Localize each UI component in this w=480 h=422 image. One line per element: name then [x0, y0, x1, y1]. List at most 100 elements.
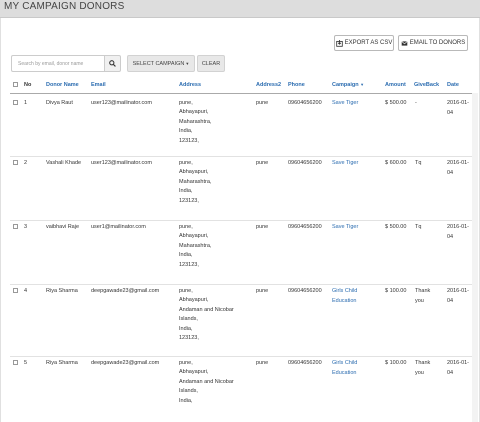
row-divider — [10, 220, 472, 221]
table-header: No Donor Name Email Address Address2 Pho… — [0, 80, 480, 93]
campaign-link[interactable]: Save Tiger — [332, 100, 358, 106]
email-donors-button[interactable]: EMAIL TO DONORS — [398, 35, 468, 51]
row-number: 1 — [24, 100, 28, 106]
address-line: India, — [179, 325, 193, 332]
campaign-link[interactable]: Education — [332, 298, 356, 304]
donation-date: 2016-01- — [447, 288, 470, 294]
amount: $ 100.00 — [385, 360, 407, 366]
campaign-link[interactable]: Girls Child — [332, 360, 357, 366]
donor-email: deepgawade23@gmail.com — [91, 288, 160, 294]
donation-date: 2016-01- — [447, 100, 470, 106]
phone: 09604656200 — [288, 100, 322, 106]
address-line: Maharashtra, — [179, 242, 212, 249]
envelope-icon — [401, 40, 408, 46]
export-csv-button[interactable]: EXPORT AS CSV — [334, 35, 394, 51]
row-checkbox[interactable] — [13, 160, 18, 165]
email-donors-label: EMAIL TO DONORS — [409, 40, 466, 46]
search-icon — [109, 60, 116, 67]
donation-date: 04 — [447, 110, 454, 116]
donor-email: user123@mailinator.com — [91, 160, 152, 166]
giveback: Tq — [415, 160, 422, 166]
export-icon — [335, 39, 343, 47]
row-checkbox[interactable] — [13, 288, 18, 293]
campaign-link[interactable]: Save Tiger — [332, 224, 358, 230]
donation-date: 04 — [447, 370, 454, 376]
address-line: pune, — [179, 288, 193, 294]
select-all-checkbox[interactable] — [13, 82, 18, 87]
amount: $ 500.00 — [385, 100, 407, 106]
address2: pune — [256, 100, 269, 106]
clear-button[interactable]: CLEAR — [197, 55, 225, 72]
select-campaign-dropdown[interactable]: SELECT CAMPAIGN ▼ — [127, 55, 195, 72]
campaign-link[interactable]: Girls Child — [332, 288, 357, 294]
search-button[interactable] — [104, 55, 121, 72]
row-number: 2 — [24, 160, 28, 166]
donor-name: Riya Sharma — [46, 360, 78, 366]
address2: pune — [256, 160, 269, 166]
address-line: Abhayapuri, — [179, 233, 209, 240]
giveback: Thank — [415, 360, 431, 366]
address-line: Abhayapuri, — [179, 109, 209, 116]
campaign-link[interactable]: Education — [332, 370, 356, 376]
address-line: Maharashtra, — [179, 178, 212, 185]
header-phone[interactable]: Phone — [288, 82, 305, 88]
donor-name: Riya Sharma — [46, 288, 78, 294]
header-campaign-label: Campaign — [332, 82, 359, 88]
row-checkbox[interactable] — [13, 360, 18, 365]
campaign-link[interactable]: Save Tiger — [332, 160, 358, 166]
address-line: Islands, — [179, 388, 198, 395]
donation-date: 04 — [447, 298, 454, 304]
row-number: 3 — [24, 224, 28, 230]
header-address[interactable]: Address — [179, 82, 201, 88]
export-csv-label: EXPORT AS CSV — [344, 40, 393, 46]
address-line: Abhayapuri, — [179, 169, 209, 176]
donation-date: 2016-01- — [447, 224, 470, 230]
phone: 09604656200 — [288, 160, 322, 166]
address-line: India, — [179, 252, 193, 259]
row-number: 5 — [24, 360, 28, 366]
address-line: Abhayapuri, — [179, 369, 209, 376]
page-title: MY CAMPAIGN DONORS — [4, 1, 125, 12]
address2: pune — [256, 360, 269, 366]
amount: $ 600.00 — [385, 160, 407, 166]
search-input[interactable] — [11, 55, 104, 72]
header-no: No — [24, 82, 32, 88]
header-donor-name[interactable]: Donor Name — [46, 82, 79, 88]
caret-down-icon: ▼ — [360, 82, 365, 87]
donation-date: 04 — [447, 234, 454, 240]
address-line: pune, — [179, 160, 193, 166]
phone: 09604656200 — [288, 224, 322, 230]
row-checkbox[interactable] — [13, 100, 18, 105]
phone: 09604656200 — [288, 288, 322, 294]
address2: pune — [256, 224, 269, 230]
header-date[interactable]: Date — [447, 82, 459, 88]
header-amount[interactable]: Amount — [385, 82, 406, 88]
row-divider — [10, 156, 472, 157]
giveback: Thank — [415, 288, 431, 294]
row-checkbox[interactable] — [13, 224, 18, 229]
header-giveback[interactable]: GiveBack — [414, 82, 439, 88]
donation-date: 2016-01- — [447, 360, 470, 366]
address-line: India, — [179, 397, 193, 404]
address-line: India, — [179, 128, 193, 135]
address-line: Abhayapuri, — [179, 297, 209, 304]
header-campaign[interactable]: Campaign ▼ — [332, 82, 364, 88]
address-line: Andaman and Nicobar — [179, 306, 234, 313]
filter-bar: SELECT CAMPAIGN ▼ CLEAR — [11, 55, 225, 72]
row-divider — [10, 356, 472, 357]
address-line: 123123, — [179, 261, 199, 268]
address-line: 123123, — [179, 137, 199, 144]
amount: $ 100.00 — [385, 288, 407, 294]
scrollbar[interactable] — [472, 93, 478, 422]
header-email[interactable]: Email — [91, 82, 106, 88]
giveback: you — [415, 370, 424, 376]
address-line: pune, — [179, 100, 193, 106]
giveback: Tq — [415, 224, 422, 230]
phone: 09604656200 — [288, 360, 322, 366]
address-line: pune, — [179, 224, 193, 230]
address-line: India, — [179, 188, 193, 195]
address-line: Islands, — [179, 316, 198, 323]
donor-email: deepgawade23@gmail.com — [91, 360, 160, 366]
address-line: 123123, — [179, 335, 199, 341]
header-address2[interactable]: Address2 — [256, 82, 281, 88]
